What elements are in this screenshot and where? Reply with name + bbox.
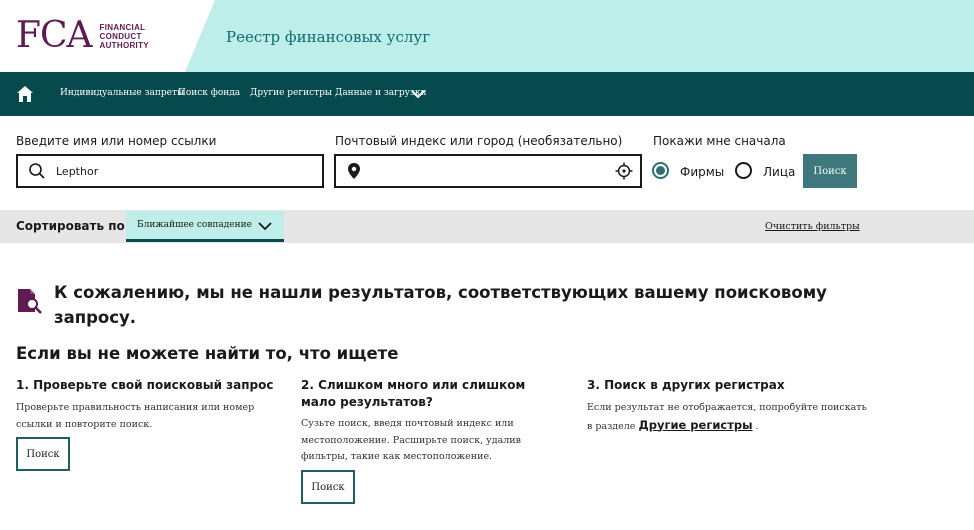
search-icon bbox=[29, 163, 45, 179]
crosshair-icon[interactable] bbox=[615, 162, 633, 180]
radio-individuals[interactable] bbox=[735, 162, 752, 179]
help-col2-title: 2. Слишком много или слишком мало резуль… bbox=[301, 378, 526, 409]
clear-filters-link[interactable]: Очистить фильтры bbox=[765, 221, 860, 232]
location-search-field[interactable] bbox=[334, 154, 642, 188]
no-results-title: К сожалению, мы не нашли результатов, со… bbox=[54, 283, 827, 327]
chevron-down-icon[interactable] bbox=[410, 86, 426, 102]
no-results-icon bbox=[18, 289, 42, 314]
sort-label: Сортировать по bbox=[16, 219, 125, 233]
other-registers-link[interactable]: Другие регистры bbox=[638, 418, 752, 432]
site-header: FCA FINANCIAL CONDUCT AUTHORITY Реестр ф… bbox=[0, 0, 974, 72]
help-col2-search-button[interactable]: Поиск bbox=[301, 470, 355, 504]
help-col3-title: 3. Поиск в других регистрах bbox=[587, 378, 785, 392]
logo-text: FINANCIAL CONDUCT AUTHORITY bbox=[99, 22, 149, 50]
location-input[interactable] bbox=[368, 163, 608, 179]
nav-item-other-registers[interactable]: Другие регистры bbox=[250, 88, 332, 98]
help-col3-text-after: . bbox=[755, 420, 759, 432]
help-heading: Если вы не можете найти то, что ищете bbox=[16, 344, 399, 363]
radio-firms[interactable] bbox=[652, 162, 669, 179]
main-nav: Индивидуальные запреты Поиск фонда Други… bbox=[0, 72, 974, 116]
help-col1-search-button[interactable]: Поиск bbox=[16, 437, 70, 471]
radio-firms-label[interactable]: Фирмы bbox=[680, 165, 724, 179]
sort-selected-value: Ближайшее совпадение bbox=[137, 220, 252, 230]
help-col3-text: Если результат не отображается, попробуй… bbox=[587, 400, 867, 435]
help-col1-title: 1. Проверьте свой поисковый запрос bbox=[16, 378, 274, 392]
app-title: Реестр финансовых услуг bbox=[226, 28, 431, 46]
sort-select[interactable]: Ближайшее совпадение bbox=[126, 211, 284, 242]
location-field-label: Почтовый индекс или город (необязательно… bbox=[335, 134, 623, 148]
nav-item-individual-bans[interactable]: Индивидуальные запреты bbox=[60, 88, 184, 98]
name-field-label: Введите имя или номер ссылки bbox=[16, 134, 217, 148]
help-col2-text: Сузьте поиск, введя почтовый индекс или … bbox=[301, 418, 521, 462]
radio-individuals-label[interactable]: Лица bbox=[763, 165, 795, 179]
home-icon[interactable] bbox=[16, 85, 34, 103]
logo-mark: FCA bbox=[16, 15, 93, 56]
show-first-label: Покажи мне сначала bbox=[653, 134, 786, 148]
nav-item-fund-search[interactable]: Поиск фонда bbox=[178, 88, 240, 98]
search-input[interactable] bbox=[56, 163, 306, 179]
fca-logo[interactable]: FCA FINANCIAL CONDUCT AUTHORITY bbox=[16, 18, 149, 54]
chevron-down-icon bbox=[258, 222, 272, 231]
location-pin-icon bbox=[348, 163, 360, 179]
help-col1-text: Проверьте правильность написания или ном… bbox=[16, 402, 255, 430]
name-search-field[interactable] bbox=[16, 154, 324, 188]
search-button[interactable]: Поиск bbox=[803, 154, 857, 188]
